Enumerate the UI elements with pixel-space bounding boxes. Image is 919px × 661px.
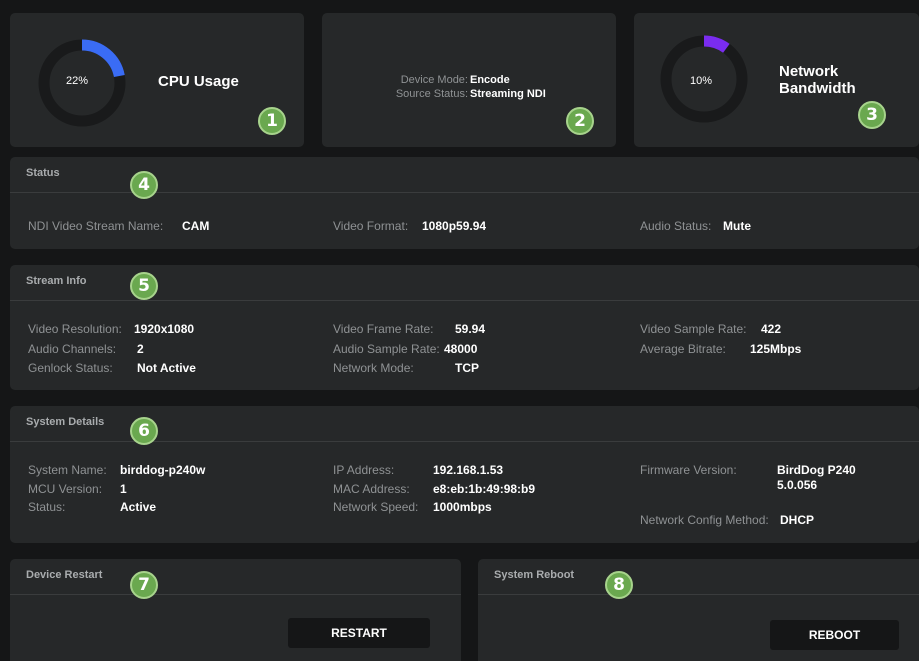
annotation-badge-6: 6 <box>130 417 158 445</box>
video-sample-rate-value: 422 <box>761 322 782 336</box>
ndi-stream-name-value: CAM <box>182 219 210 233</box>
device-restart-panel: Device Restart 7 RESTART <box>10 559 461 661</box>
system-details-panel: System Details 6 System Name: birddog-p2… <box>10 406 919 543</box>
firmware-version-value-line2: 5.0.056 <box>777 478 818 492</box>
video-resolution-value: 1920x1080 <box>134 322 195 336</box>
video-format-value: 1080p59.94 <box>422 219 487 233</box>
network-config-method-label: Network Config Method: <box>640 513 769 527</box>
video-sample-rate-label: Video Sample Rate: <box>640 322 747 336</box>
device-restart-header: Device Restart <box>10 559 461 595</box>
stream-info-panel: Stream Info 5 Video Resolution: 1920x108… <box>10 265 919 390</box>
video-format-label: Video Format: <box>333 219 409 233</box>
network-title-line1: Network <box>779 63 839 80</box>
mac-address-label: MAC Address: <box>333 482 410 496</box>
average-bitrate-value: 125Mbps <box>750 342 802 356</box>
ndi-stream-name-label: NDI Video Stream Name: <box>28 219 164 233</box>
ip-address-value: 192.168.1.53 <box>433 463 504 477</box>
annotation-badge-8: 8 <box>605 571 633 599</box>
audio-status-value: Mute <box>723 219 751 233</box>
annotation-badge-7: 7 <box>130 571 158 599</box>
mac-address-value: e8:eb:1b:49:98:b9 <box>433 482 536 496</box>
system-status-label: Status: <box>28 500 66 514</box>
genlock-status-value: Not Active <box>137 361 196 375</box>
device-mode-value: Encode <box>470 74 510 86</box>
system-status-value: Active <box>120 500 157 514</box>
audio-status-label: Audio Status: <box>640 219 712 233</box>
status-panel: Status 4 NDI Video Stream Name: CAM Vide… <box>10 157 919 249</box>
cpu-usage-card: 22% CPU Usage 1 <box>10 13 304 147</box>
system-name-value: birddog-p240w <box>120 463 206 477</box>
device-status-card: Device Mode: Encode Source Status: Strea… <box>322 13 616 147</box>
audio-sample-rate-label: Audio Sample Rate: <box>333 342 440 356</box>
network-title-line2: Bandwidth <box>779 80 856 97</box>
genlock-status-label: Genlock Status: <box>28 361 113 375</box>
network-mode-value: TCP <box>455 361 479 375</box>
network-percent: 10% <box>690 75 713 87</box>
network-speed-label: Network Speed: <box>333 500 419 514</box>
mcu-version-label: MCU Version: <box>28 482 103 496</box>
annotation-badge-3: 3 <box>858 101 886 129</box>
mcu-version-value: 1 <box>120 482 127 496</box>
restart-button[interactable]: RESTART <box>288 618 430 648</box>
system-reboot-header: System Reboot <box>478 559 919 595</box>
cpu-title: CPU Usage <box>158 73 239 90</box>
video-frame-rate-value: 59.94 <box>455 322 486 336</box>
ip-address-label: IP Address: <box>333 463 395 477</box>
system-name-label: System Name: <box>28 463 107 477</box>
annotation-badge-2: 2 <box>566 107 594 135</box>
network-speed-value: 1000mbps <box>433 500 492 514</box>
average-bitrate-label: Average Bitrate: <box>640 342 726 356</box>
audio-channels-label: Audio Channels: <box>28 342 117 356</box>
system-reboot-panel: System Reboot 8 REBOOT <box>478 559 919 661</box>
source-status-value: Streaming NDI <box>470 88 546 100</box>
video-frame-rate-label: Video Frame Rate: <box>333 322 434 336</box>
audio-channels-value: 2 <box>137 342 144 356</box>
network-bandwidth-card: 10% Network Bandwidth 3 <box>634 13 919 147</box>
reboot-button[interactable]: REBOOT <box>770 620 899 650</box>
annotation-badge-4: 4 <box>130 171 158 199</box>
network-config-method-value: DHCP <box>780 513 815 527</box>
cpu-percent: 22% <box>66 75 89 87</box>
source-status-label: Source Status: <box>395 88 468 100</box>
network-mode-label: Network Mode: <box>333 361 414 375</box>
video-resolution-label: Video Resolution: <box>28 322 122 336</box>
firmware-version-label: Firmware Version: <box>640 463 737 477</box>
annotation-badge-1: 1 <box>258 107 286 135</box>
annotation-badge-5: 5 <box>130 272 158 300</box>
firmware-version-value-line1: BirdDog P240 <box>777 463 856 477</box>
audio-sample-rate-value: 48000 <box>444 342 478 356</box>
device-mode-label: Device Mode: <box>400 74 468 86</box>
